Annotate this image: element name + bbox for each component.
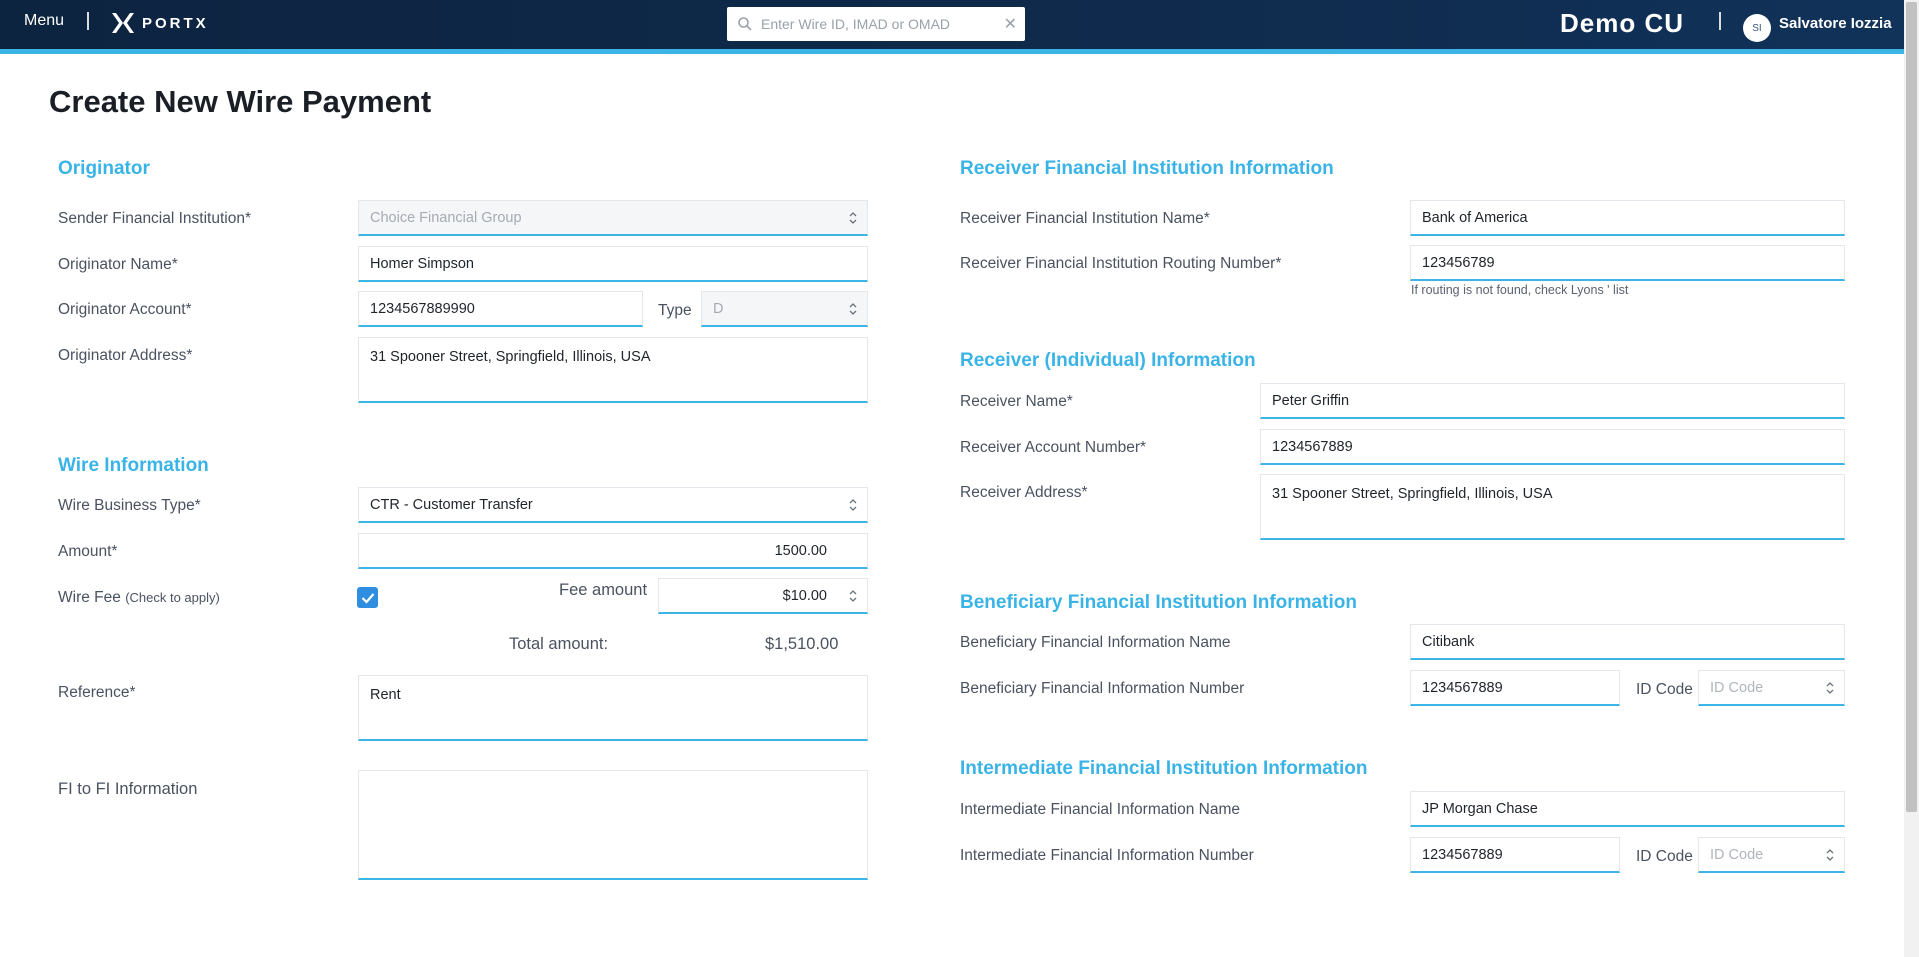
divider (1719, 12, 1721, 30)
fee-amount-value: $10.00 (782, 587, 827, 604)
wire-business-type-value: CTR - Customer Transfer (370, 496, 533, 513)
receiver-address-label: Receiver Address* (960, 484, 1088, 501)
wire-fee-label: Wire Fee (Check to apply) (58, 589, 220, 607)
receiver-fi-routing-field[interactable]: 123456789 (1410, 245, 1845, 281)
wire-fee-hint: (Check to apply) (125, 590, 220, 605)
originator-name-field[interactable]: Homer Simpson (358, 246, 868, 282)
intermediate-fi-number-field[interactable]: 1234567889 (1410, 837, 1620, 873)
receiver-section-title: Receiver (Individual) Information (960, 350, 1256, 371)
menu-button[interactable]: Menu (24, 12, 64, 30)
avatar[interactable]: SI (1743, 14, 1771, 42)
account-type-select[interactable]: D (701, 291, 868, 327)
intermediate-fi-section-title: Intermediate Financial Institution Infor… (960, 758, 1368, 779)
sender-fi-value: Choice Financial Group (370, 209, 522, 226)
receiver-fi-name-label: Receiver Financial Institution Name* (960, 210, 1210, 227)
wire-fee-label-text: Wire Fee (58, 589, 121, 606)
total-amount-value: $1,510.00 (765, 635, 839, 653)
fee-amount-field[interactable]: $10.00 (658, 578, 868, 614)
receiver-account-label: Receiver Account Number* (960, 439, 1147, 456)
intermediate-id-code-placeholder: ID Code (1710, 846, 1764, 863)
originator-account-label: Originator Account* (58, 301, 192, 318)
receiver-fi-routing-label: Receiver Financial Institution Routing N… (960, 255, 1282, 272)
clear-icon[interactable]: ✕ (1004, 14, 1017, 34)
intermediate-fi-name-field[interactable]: JP Morgan Chase (1410, 791, 1845, 827)
beneficiary-fi-section-title: Beneficiary Financial Institution Inform… (960, 592, 1357, 613)
receiver-address-field[interactable]: 31 Spooner Street, Springfield, Illinois… (1260, 474, 1845, 540)
beneficiary-fi-name-label: Beneficiary Financial Information Name (960, 634, 1231, 651)
intermediate-fi-name-label: Intermediate Financial Information Name (960, 801, 1240, 818)
beneficiary-fi-number-label: Beneficiary Financial Information Number (960, 680, 1245, 697)
receiver-account-field[interactable]: 1234567889 (1260, 429, 1845, 465)
page-scrollbar[interactable] (1904, 0, 1919, 957)
receiver-fi-name-field[interactable]: Bank of America (1410, 200, 1845, 236)
originator-address-label: Originator Address* (58, 347, 193, 364)
receiver-name-label: Receiver Name* (960, 393, 1073, 410)
originator-address-field[interactable]: 31 Spooner Street, Springfield, Illinois… (358, 337, 868, 403)
user-name[interactable]: Salvatore Iozzia (1779, 15, 1892, 32)
beneficiary-fi-name-field[interactable]: Citibank (1410, 624, 1845, 660)
intermediate-id-code-label: ID Code (1636, 848, 1693, 865)
select-caret-icon (849, 211, 857, 224)
portx-logo-icon (112, 13, 134, 33)
select-caret-icon (1826, 681, 1834, 694)
amount-field[interactable]: 1500.00 (358, 533, 868, 569)
receiver-name-field[interactable]: Peter Griffin (1260, 383, 1845, 419)
logo-text: PORTX (142, 14, 209, 32)
select-caret-icon (849, 302, 857, 315)
sender-fi-label: Sender Financial Institution* (58, 210, 252, 227)
organization-name: Demo CU (1560, 8, 1685, 38)
wire-fee-checkbox[interactable] (357, 587, 378, 608)
scrollbar-thumb[interactable] (1906, 2, 1917, 812)
wire-business-type-select[interactable]: CTR - Customer Transfer (358, 487, 868, 523)
beneficiary-id-code-select[interactable]: ID Code (1698, 670, 1845, 706)
search-input[interactable] (761, 16, 1004, 32)
wire-search-box[interactable]: ✕ (727, 7, 1025, 41)
account-type-value: D (713, 300, 724, 317)
beneficiary-id-code-placeholder: ID Code (1710, 679, 1764, 696)
originator-name-label: Originator Name* (58, 256, 178, 273)
portx-logo[interactable]: PORTX (110, 11, 209, 35)
divider (87, 12, 89, 30)
beneficiary-fi-number-field[interactable]: 1234567889 (1410, 670, 1620, 706)
originator-account-field[interactable]: 1234567889990 (358, 291, 643, 327)
routing-hint: If routing is not found, check Lyons ' l… (1411, 283, 1629, 297)
select-caret-icon (1826, 848, 1834, 861)
originator-section-title: Originator (58, 158, 150, 179)
beneficiary-id-code-label: ID Code (1636, 681, 1693, 698)
fi-to-fi-label: FI to FI Information (58, 780, 198, 798)
total-amount-label: Total amount: (509, 635, 609, 653)
top-navigation-bar: Menu PORTX ✕ Demo CU SI Salvatore Iozzia (0, 0, 1904, 49)
select-caret-icon (849, 498, 857, 511)
account-type-label: Type (658, 302, 692, 319)
search-icon (738, 17, 752, 31)
fee-amount-label: Fee amount (559, 581, 648, 599)
sender-fi-select[interactable]: Choice Financial Group (358, 200, 868, 236)
receiver-fi-section-title: Receiver Financial Institution Informati… (960, 158, 1334, 179)
intermediate-id-code-select[interactable]: ID Code (1698, 837, 1845, 873)
top-accent-line (0, 49, 1904, 54)
fi-to-fi-field[interactable] (358, 770, 868, 880)
reference-field[interactable]: Rent (358, 675, 868, 741)
stepper-icon[interactable] (849, 589, 857, 603)
page-title: Create New Wire Payment (49, 84, 432, 119)
amount-label: Amount* (58, 543, 118, 560)
checkmark-icon (361, 592, 374, 604)
intermediate-fi-number-label: Intermediate Financial Information Numbe… (960, 847, 1254, 864)
wire-business-type-label: Wire Business Type* (58, 497, 201, 514)
wire-info-section-title: Wire Information (58, 455, 209, 476)
reference-label: Reference* (58, 684, 136, 701)
